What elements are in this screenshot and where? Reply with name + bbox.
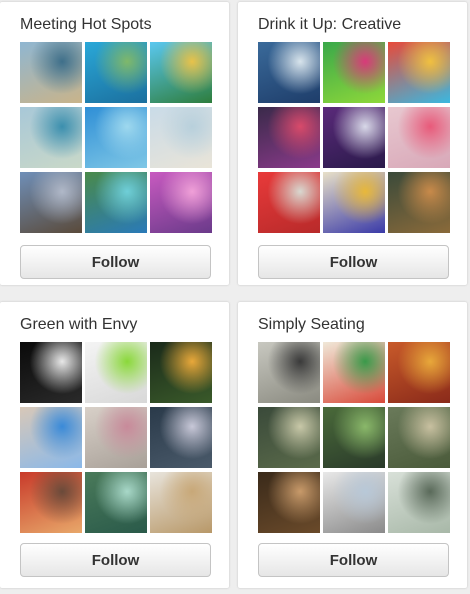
board-title[interactable]: Drink it Up: Creative <box>258 16 401 34</box>
board-thumbnail[interactable] <box>323 342 385 403</box>
board-thumbnail[interactable] <box>323 42 385 103</box>
board-thumbnail[interactable] <box>85 472 147 533</box>
thumbnail-grid[interactable] <box>258 42 450 233</box>
board-thumbnail[interactable] <box>323 472 385 533</box>
board-thumbnail[interactable] <box>20 472 82 533</box>
follow-button[interactable]: Follow <box>258 543 449 577</box>
board-thumbnail[interactable] <box>258 107 320 168</box>
board-card: Meeting Hot Spots Follow <box>0 2 229 285</box>
board-thumbnail[interactable] <box>323 107 385 168</box>
board-thumbnail[interactable] <box>388 407 450 468</box>
board-thumbnail[interactable] <box>388 172 450 233</box>
follow-button[interactable]: Follow <box>20 245 211 279</box>
board-thumbnail[interactable] <box>20 407 82 468</box>
follow-button[interactable]: Follow <box>258 245 449 279</box>
board-thumbnail[interactable] <box>150 172 212 233</box>
thumbnail-grid[interactable] <box>20 342 212 533</box>
thumbnail-grid[interactable] <box>20 42 212 233</box>
board-thumbnail[interactable] <box>20 107 82 168</box>
board-thumbnail[interactable] <box>85 342 147 403</box>
board-title[interactable]: Meeting Hot Spots <box>20 16 152 34</box>
board-thumbnail[interactable] <box>258 407 320 468</box>
board-thumbnail[interactable] <box>20 342 82 403</box>
board-card: Green with Envy Follow <box>0 302 229 588</box>
board-thumbnail[interactable] <box>20 172 82 233</box>
thumbnail-grid[interactable] <box>258 342 450 533</box>
board-thumbnail[interactable] <box>258 472 320 533</box>
board-thumbnail[interactable] <box>388 42 450 103</box>
board-thumbnail[interactable] <box>258 342 320 403</box>
board-thumbnail[interactable] <box>150 472 212 533</box>
board-thumbnail[interactable] <box>85 42 147 103</box>
follow-button[interactable]: Follow <box>20 543 211 577</box>
board-thumbnail[interactable] <box>258 172 320 233</box>
board-thumbnail[interactable] <box>85 407 147 468</box>
board-thumbnail[interactable] <box>150 42 212 103</box>
board-thumbnail[interactable] <box>150 107 212 168</box>
board-thumbnail[interactable] <box>20 42 82 103</box>
board-thumbnail[interactable] <box>85 172 147 233</box>
board-card: Simply Seating Follow <box>238 302 467 588</box>
board-thumbnail[interactable] <box>85 107 147 168</box>
board-thumbnail[interactable] <box>150 407 212 468</box>
board-title[interactable]: Simply Seating <box>258 316 365 334</box>
board-thumbnail[interactable] <box>323 407 385 468</box>
board-card: Drink it Up: Creative Follow <box>238 2 467 285</box>
board-thumbnail[interactable] <box>150 342 212 403</box>
board-thumbnail[interactable] <box>323 172 385 233</box>
board-thumbnail[interactable] <box>388 342 450 403</box>
board-thumbnail[interactable] <box>388 472 450 533</box>
board-title[interactable]: Green with Envy <box>20 316 137 334</box>
board-thumbnail[interactable] <box>258 42 320 103</box>
board-thumbnail[interactable] <box>388 107 450 168</box>
